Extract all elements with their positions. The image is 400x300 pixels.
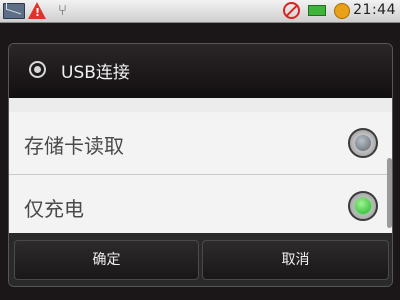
warning-icon: !	[28, 2, 46, 19]
dialog-title-bar: USB连接	[9, 44, 392, 98]
radio-target-icon	[29, 61, 46, 78]
list-top-edge	[9, 98, 392, 113]
radio-button-charge-only[interactable]	[348, 191, 378, 221]
option-row-storage[interactable]: 存储卡读取	[9, 112, 392, 175]
radio-dot-icon	[355, 135, 371, 151]
alarm-icon	[334, 3, 350, 19]
option-label-charge-only: 仅充电	[24, 197, 84, 221]
dialog-title: USB连接	[61, 63, 130, 83]
usb-icon: ⑂	[58, 1, 68, 19]
option-label-storage: 存储卡读取	[24, 134, 124, 158]
status-bar: ! ⑂ 21:44	[0, 0, 400, 23]
dialog-button-bar: 确定 取消	[9, 233, 392, 286]
radio-button-storage[interactable]	[348, 128, 378, 158]
usb-connection-dialog: USB连接 存储卡读取 仅充电 确定 取消	[8, 43, 393, 287]
option-list: 存储卡读取 仅充电	[9, 98, 392, 238]
radio-dot-icon	[355, 198, 371, 214]
list-scrollbar[interactable]	[387, 158, 392, 228]
mail-icon	[3, 3, 25, 19]
no-sign-icon	[283, 2, 300, 19]
option-row-charge-only[interactable]: 仅充电	[9, 175, 392, 238]
warning-glyph: !	[35, 6, 41, 19]
battery-icon	[308, 5, 326, 16]
cancel-button[interactable]: 取消	[202, 240, 389, 280]
ok-button[interactable]: 确定	[14, 240, 199, 280]
status-time: 21:44	[353, 2, 396, 18]
